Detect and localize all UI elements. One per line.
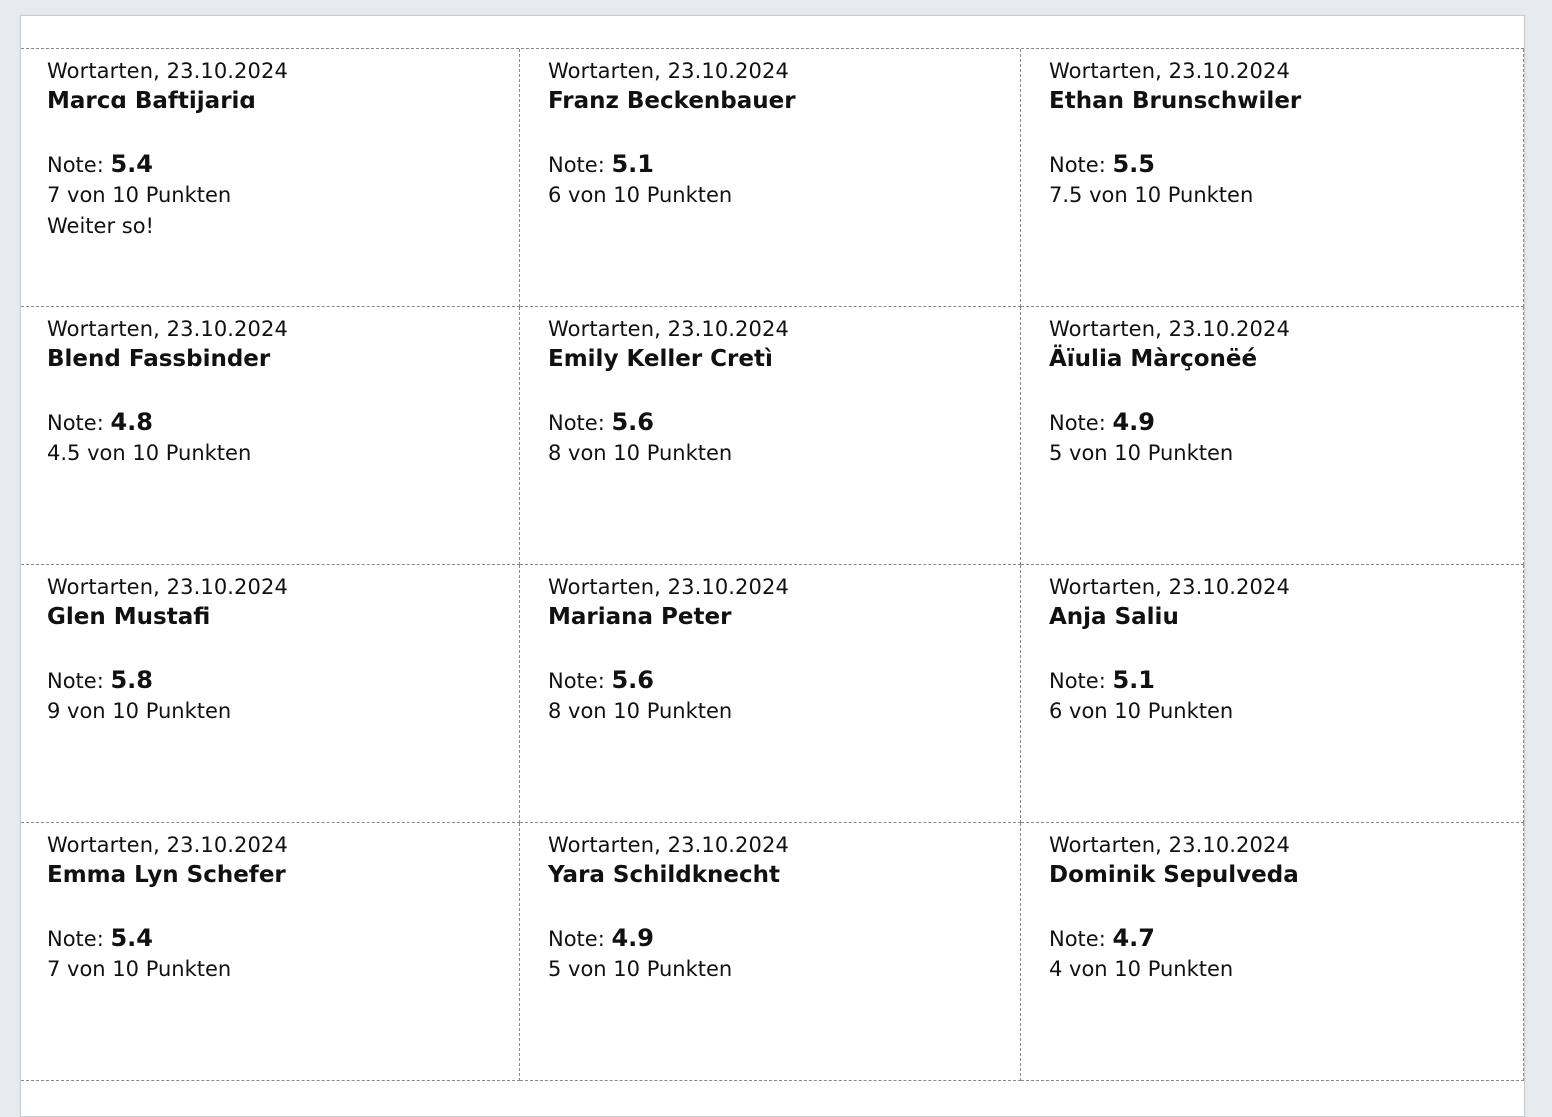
grade-line: Note: 4.8 [47,407,519,438]
points-line: 7 von 10 Punkten [47,183,232,207]
student-card: Wortarten, 23.10.2024 Mariana Peter Note… [520,565,1021,823]
student-card: Wortarten, 23.10.2024 Franz Beckenbauer … [520,49,1021,307]
card-grid: Wortarten, 23.10.2024 Marcɑ Baftijariɑ N… [21,48,1524,1081]
grade-label: Note: [1049,411,1106,435]
grade-value: 4.9 [1112,408,1155,436]
card-header: Wortarten, 23.10.2024 [548,575,789,599]
points-line: 7 von 10 Punkten [47,957,232,981]
student-card: Wortarten, 23.10.2024 Yara Schildknecht … [520,823,1021,1081]
student-card: Wortarten, 23.10.2024 Emma Lyn Schefer N… [21,823,520,1081]
grade-label: Note: [47,411,104,435]
grade-label: Note: [548,153,605,177]
card-header: Wortarten, 23.10.2024 [1049,59,1290,83]
student-card: Wortarten, 23.10.2024 Äïulia Màrçonëé No… [1021,307,1524,565]
points-line: 6 von 10 Punkten [1049,699,1234,723]
grade-value: 5.1 [611,150,654,178]
points-line: 8 von 10 Punkten [548,441,733,465]
grade-line: Note: 5.8 [47,665,519,696]
grade-line: Note: 5.1 [1049,665,1523,696]
card-header: Wortarten, 23.10.2024 [548,833,789,857]
grade-value: 5.4 [110,150,153,178]
grade-label: Note: [47,669,104,693]
grade-value: 5.6 [611,408,654,436]
grade-label: Note: [47,153,104,177]
student-card: Wortarten, 23.10.2024 Emily Keller Cretì… [520,307,1021,565]
grade-label: Note: [548,927,605,951]
grade-value: 5.6 [611,666,654,694]
points-line: 6 von 10 Punkten [548,183,733,207]
points-line: 5 von 10 Punkten [548,957,733,981]
grade-value: 5.1 [1112,666,1155,694]
student-name: Ethan Brunschwiler [1049,88,1302,114]
grade-line: Note: 5.4 [47,149,519,180]
card-header: Wortarten, 23.10.2024 [47,317,288,341]
grade-line: Note: 5.6 [548,407,1020,438]
card-header: Wortarten, 23.10.2024 [47,833,288,857]
grade-value: 4.7 [1112,924,1155,952]
grade-value: 5.8 [110,666,153,694]
grade-label: Note: [1049,153,1106,177]
student-name: Emily Keller Cretì [548,346,773,372]
grade-label: Note: [47,927,104,951]
card-header: Wortarten, 23.10.2024 [47,59,288,83]
card-header: Wortarten, 23.10.2024 [47,575,288,599]
comment-line: Weiter so! [47,214,154,238]
student-card: Wortarten, 23.10.2024 Marcɑ Baftijariɑ N… [21,49,520,307]
grade-value: 5.5 [1112,150,1155,178]
student-card: Wortarten, 23.10.2024 Blend Fassbinder N… [21,307,520,565]
grade-line: Note: 4.7 [1049,923,1523,954]
grade-label: Note: [1049,927,1106,951]
points-line: 7.5 von 10 Punkten [1049,183,1254,207]
student-name: Mariana Peter [548,604,732,630]
document-page: Wortarten, 23.10.2024 Marcɑ Baftijariɑ N… [20,15,1525,1117]
card-header: Wortarten, 23.10.2024 [1049,833,1290,857]
student-name: Yara Schildknecht [548,862,781,888]
student-card: Wortarten, 23.10.2024 Glen Mustafi Note:… [21,565,520,823]
card-header: Wortarten, 23.10.2024 [548,317,789,341]
points-line: 8 von 10 Punkten [548,699,733,723]
student-name: Äïulia Màrçonëé [1049,346,1258,372]
card-header: Wortarten, 23.10.2024 [1049,575,1290,599]
student-card: Wortarten, 23.10.2024 Anja Saliu Note: 5… [1021,565,1524,823]
points-line: 4 von 10 Punkten [1049,957,1234,981]
points-line: 9 von 10 Punkten [47,699,232,723]
points-line: 5 von 10 Punkten [1049,441,1234,465]
card-header: Wortarten, 23.10.2024 [548,59,789,83]
grade-value: 5.4 [110,924,153,952]
student-name: Dominik Sepulveda [1049,862,1299,888]
student-name: Marcɑ Baftijariɑ [47,88,256,114]
grade-line: Note: 5.6 [548,665,1020,696]
grade-line: Note: 5.1 [548,149,1020,180]
grade-line: Note: 4.9 [548,923,1020,954]
grade-label: Note: [548,669,605,693]
grade-label: Note: [1049,669,1106,693]
student-name: Franz Beckenbauer [548,88,796,114]
student-name: Anja Saliu [1049,604,1179,630]
grade-value: 4.8 [110,408,153,436]
grade-value: 4.9 [611,924,654,952]
card-header: Wortarten, 23.10.2024 [1049,317,1290,341]
grade-line: Note: 5.5 [1049,149,1523,180]
student-name: Glen Mustafi [47,604,211,630]
grade-line: Note: 5.4 [47,923,519,954]
student-name: Emma Lyn Schefer [47,862,286,888]
points-line: 4.5 von 10 Punkten [47,441,252,465]
grade-line: Note: 4.9 [1049,407,1523,438]
student-card: Wortarten, 23.10.2024 Ethan Brunschwiler… [1021,49,1524,307]
grade-label: Note: [548,411,605,435]
student-card: Wortarten, 23.10.2024 Dominik Sepulveda … [1021,823,1524,1081]
student-name: Blend Fassbinder [47,346,271,372]
